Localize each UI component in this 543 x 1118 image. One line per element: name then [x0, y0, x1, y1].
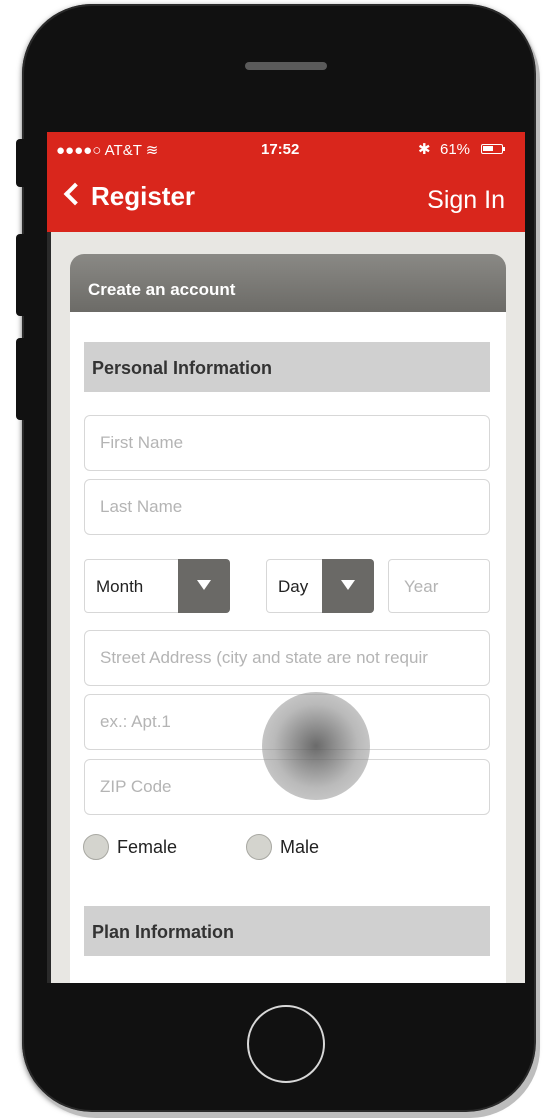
month-label: Month	[96, 577, 144, 596]
day-dropdown-toggle[interactable]	[322, 559, 374, 613]
month-select[interactable]: Month	[84, 559, 230, 613]
first-name-input[interactable]	[100, 433, 480, 453]
home-button[interactable]	[247, 1005, 325, 1083]
female-label[interactable]: Female	[117, 837, 177, 858]
status-bar: ●●●●○ AT&T ≋ 17:52 ✱ 61%	[47, 132, 525, 166]
zip-code-input[interactable]	[100, 777, 480, 797]
male-radio[interactable]	[246, 834, 272, 860]
male-label[interactable]: Male	[280, 837, 319, 858]
back-label: Register	[91, 181, 196, 211]
screen: ●●●●○ AT&T ≋ 17:52 ✱ 61% Register Sign I…	[47, 132, 525, 983]
day-label: Day	[278, 577, 309, 596]
caret-down-icon	[341, 580, 355, 590]
navigation-bar: Register Sign In	[47, 166, 525, 232]
volume-up-button	[16, 234, 26, 316]
earpiece-speaker	[245, 62, 327, 70]
plan-info-header: Plan Information	[84, 906, 490, 956]
back-button[interactable]: Register	[61, 181, 195, 212]
clock: 17:52	[261, 141, 300, 158]
first-name-field[interactable]	[84, 415, 490, 471]
battery-percent: 61%	[440, 141, 471, 158]
caret-down-icon	[197, 580, 211, 590]
carrier-signal: ●●●●○ AT&T ≋	[56, 142, 159, 159]
plan-info-title: Plan Information	[92, 922, 235, 942]
month-dropdown-toggle[interactable]	[178, 559, 230, 613]
chevron-left-icon	[63, 182, 87, 206]
battery-fill	[483, 146, 493, 151]
battery-icon	[481, 144, 503, 154]
card-header: Create an account	[70, 254, 506, 312]
personal-info-title: Personal Information	[92, 358, 273, 378]
card-title: Create an account	[88, 280, 236, 299]
volume-down-button	[16, 338, 26, 420]
street-address-field[interactable]	[84, 630, 490, 686]
last-name-field[interactable]	[84, 479, 490, 535]
day-select[interactable]: Day	[266, 559, 374, 613]
mute-switch	[16, 139, 26, 187]
apt-input[interactable]	[100, 712, 480, 732]
female-radio[interactable]	[83, 834, 109, 860]
apt-field[interactable]	[84, 694, 490, 750]
personal-info-header: Personal Information	[84, 342, 490, 392]
gender-radio-group: Female Male	[70, 834, 506, 864]
sign-in-button[interactable]: Sign In	[427, 186, 505, 215]
street-address-input[interactable]	[100, 648, 480, 668]
year-field[interactable]	[388, 559, 490, 613]
last-name-input[interactable]	[100, 497, 480, 517]
battery-tip	[503, 147, 505, 151]
zip-code-field[interactable]	[84, 759, 490, 815]
bluetooth-icon: ✱	[418, 141, 431, 158]
register-card: Create an account Personal Information M…	[70, 254, 506, 983]
year-input[interactable]	[404, 577, 474, 597]
screen-edge	[47, 232, 51, 983]
